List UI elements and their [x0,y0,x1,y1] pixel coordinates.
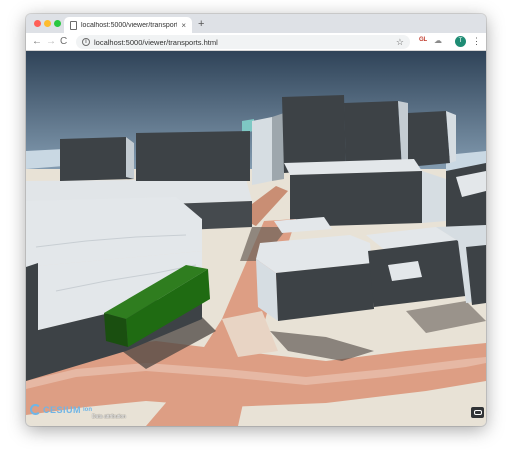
building-wall [60,137,134,181]
distant-building [26,149,64,169]
cloud-extension-icon[interactable]: ☁ [434,36,442,45]
profile-avatar[interactable]: T [455,36,466,47]
cesium-viewer[interactable]: CESIUM ion Data attribution [26,51,486,426]
cesium-logo-icon [30,404,41,415]
close-window-button[interactable] [34,20,41,27]
cesium-ion-text: ion [83,406,93,413]
url-text[interactable]: localhost:5000/viewer/transports.html [94,38,392,47]
vr-button[interactable] [471,407,484,418]
cesium-logo[interactable]: CESIUM ion [30,404,92,415]
new-tab-button[interactable]: + [198,18,204,30]
building-wall [408,111,450,167]
3d-scene[interactable] [26,51,486,426]
maximize-window-button[interactable] [54,20,61,27]
building-wall [344,101,402,169]
gl-extension-icon[interactable]: GL [419,37,427,43]
browser-menu-icon[interactable]: ⋮ [472,36,481,47]
cesium-logo-text: CESIUM [43,404,82,415]
data-attribution-link[interactable]: Data attribution [92,414,126,420]
building-wall [26,263,38,355]
browser-toolbar: ← → C i localhost:5000/viewer/transports… [26,33,486,51]
page-icon [70,21,77,30]
close-tab-icon[interactable]: × [181,21,186,30]
building-wall [272,113,284,181]
building-wall [126,137,134,179]
tab-strip: localhost:5000/viewer/transports.html × … [26,14,486,34]
address-bar[interactable]: i localhost:5000/viewer/transports.html … [76,35,410,49]
vr-icon [473,410,482,415]
info-icon[interactable]: i [82,38,90,46]
tab-title: localhost:5000/viewer/transports.html [81,22,177,29]
building-wall [282,95,346,173]
building-wall [136,131,250,181]
building-wall [252,117,272,185]
tab-transports[interactable]: localhost:5000/viewer/transports.html × [64,17,192,34]
building-wall [422,171,446,223]
browser-window: localhost:5000/viewer/transports.html × … [26,14,486,426]
reload-button[interactable]: C [60,36,67,48]
minimize-window-button[interactable] [44,20,51,27]
forward-button[interactable]: → [46,36,56,48]
bookmark-star-icon[interactable]: ☆ [396,37,404,47]
back-button[interactable]: ← [32,36,42,48]
